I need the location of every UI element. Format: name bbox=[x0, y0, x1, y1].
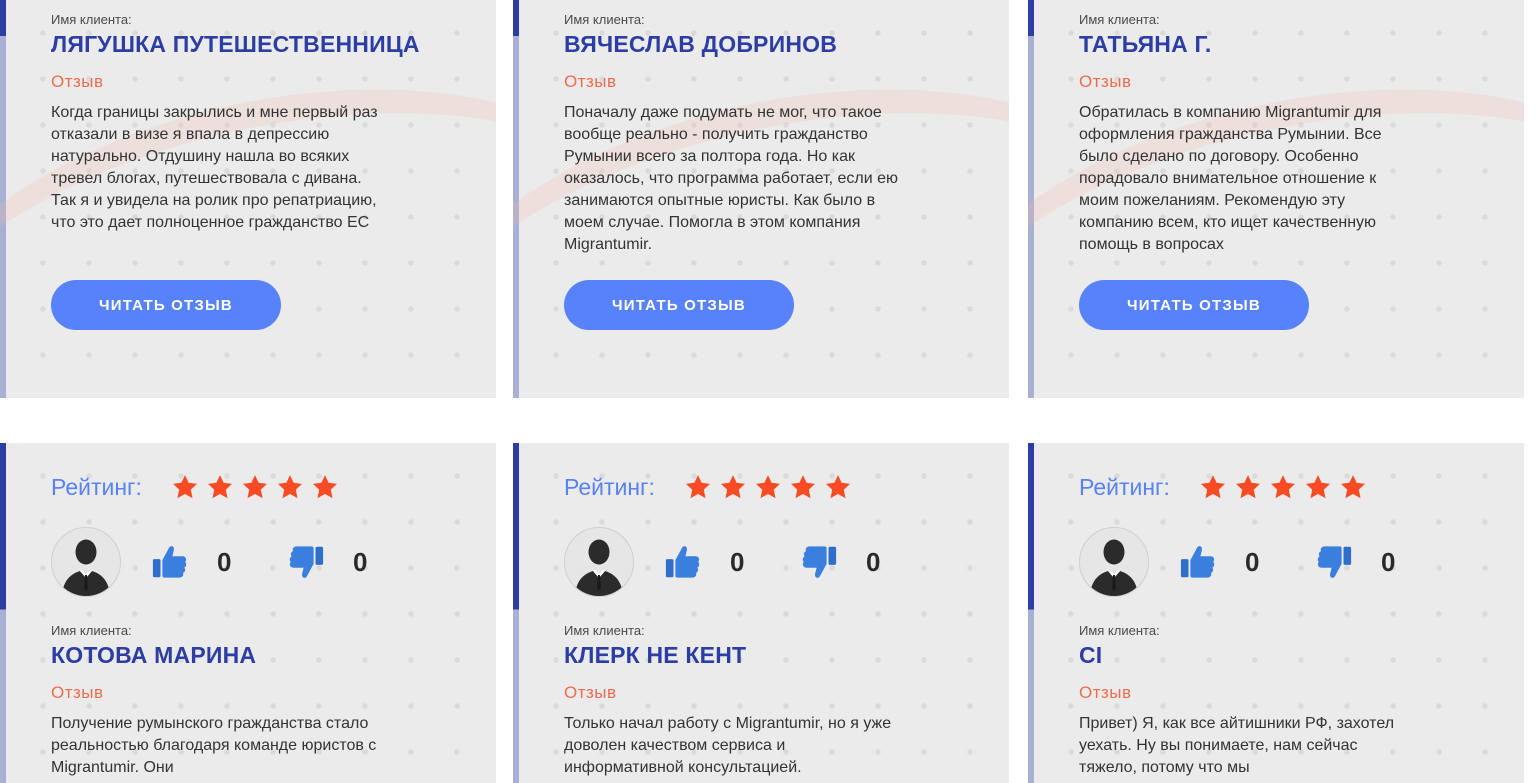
thumbs-up-icon[interactable] bbox=[1179, 542, 1217, 582]
read-review-button[interactable]: ЧИТАТЬ ОТЗЫВ bbox=[564, 280, 794, 330]
star-icon bbox=[276, 473, 304, 501]
star-icon bbox=[684, 473, 712, 501]
review-card: Рейтинг: 0 0 Имя клиента: КОТОВА МАРИНА … bbox=[0, 443, 496, 783]
client-label: Имя клиента: bbox=[51, 623, 132, 638]
likes-count: 0 bbox=[217, 546, 232, 577]
client-label: Имя клиента: bbox=[564, 12, 645, 27]
star-icon bbox=[206, 473, 234, 501]
star-icon bbox=[1304, 473, 1332, 501]
rating-stars bbox=[1199, 473, 1367, 501]
user-avatar-icon bbox=[51, 527, 121, 597]
star-icon bbox=[789, 473, 817, 501]
review-label: Отзыв bbox=[564, 72, 617, 91]
star-icon bbox=[1199, 473, 1227, 501]
review-label: Отзыв bbox=[51, 683, 104, 702]
thumbs-up-icon[interactable] bbox=[664, 542, 702, 582]
review-card: Рейтинг: 0 0 Имя клиента: КЛЕРК НЕ КЕНТ … bbox=[513, 443, 1009, 783]
review-label: Отзыв bbox=[1079, 72, 1132, 91]
review-text: Поначалу даже подумать не мог, что такое… bbox=[564, 104, 898, 253]
review-text: Только начал работу с Migrantumir, но я … bbox=[564, 715, 892, 776]
rating-label: Рейтинг: bbox=[51, 473, 142, 500]
client-label: Имя клиента: bbox=[51, 12, 132, 27]
thumbs-down-icon[interactable] bbox=[1315, 542, 1353, 582]
rating-label: Рейтинг: bbox=[1079, 473, 1170, 500]
review-label: Отзыв bbox=[1079, 683, 1132, 702]
read-review-button[interactable]: ЧИТАТЬ ОТЗЫВ bbox=[51, 280, 281, 330]
dislikes-count: 0 bbox=[1381, 546, 1396, 577]
star-icon bbox=[824, 473, 852, 501]
rating-row: Рейтинг: bbox=[564, 473, 852, 501]
review-card: Имя клиента: ВЯЧЕСЛАВ ДОБРИНОВ Отзыв Пон… bbox=[513, 0, 1009, 398]
star-icon bbox=[311, 473, 339, 501]
dislikes-count: 0 bbox=[353, 546, 368, 577]
rating-stars bbox=[171, 473, 339, 501]
review-label: Отзыв bbox=[51, 72, 104, 91]
read-review-button[interactable]: ЧИТАТЬ ОТЗЫВ bbox=[1079, 280, 1309, 330]
client-name: КЛЕРК НЕ КЕНТ bbox=[564, 642, 747, 668]
thumbs-up-icon[interactable] bbox=[151, 542, 189, 582]
star-icon bbox=[719, 473, 747, 501]
review-card: Имя клиента: ТАТЬЯНА Г. Отзыв Обратилась… bbox=[1028, 0, 1524, 398]
client-label: Имя клиента: bbox=[1079, 623, 1160, 638]
client-label: Имя клиента: bbox=[1079, 12, 1160, 27]
star-icon bbox=[1339, 473, 1367, 501]
client-name: CI bbox=[1079, 642, 1103, 668]
review-label: Отзыв bbox=[564, 683, 617, 702]
review-card: Имя клиента: ЛЯГУШКА ПУТЕШЕСТВЕННИЦА Отз… bbox=[0, 0, 496, 398]
client-name: ТАТЬЯНА Г. bbox=[1079, 31, 1212, 57]
client-label: Имя клиента: bbox=[564, 623, 645, 638]
likes-count: 0 bbox=[730, 546, 745, 577]
review-text: Получение румынского гражданства стало р… bbox=[51, 715, 377, 776]
rating-row: Рейтинг: bbox=[1079, 473, 1367, 501]
thumbs-down-icon[interactable] bbox=[800, 542, 838, 582]
review-text: Обратилась в компанию Migrantumir для оф… bbox=[1079, 104, 1382, 253]
star-icon bbox=[171, 473, 199, 501]
star-icon bbox=[241, 473, 269, 501]
user-avatar-icon bbox=[564, 527, 634, 597]
review-text: Привет) Я, как все айтишники РФ, захотел… bbox=[1079, 715, 1395, 776]
star-icon bbox=[1234, 473, 1262, 501]
user-avatar-icon bbox=[1079, 527, 1149, 597]
rating-row: Рейтинг: bbox=[51, 473, 339, 501]
client-name: КОТОВА МАРИНА bbox=[51, 642, 257, 668]
likes-count: 0 bbox=[1245, 546, 1260, 577]
star-icon bbox=[754, 473, 782, 501]
star-icon bbox=[1269, 473, 1297, 501]
dislikes-count: 0 bbox=[866, 546, 881, 577]
client-name: ВЯЧЕСЛАВ ДОБРИНОВ bbox=[564, 31, 838, 57]
review-card: Рейтинг: 0 0 Имя клиента: CI Отзыв Приве… bbox=[1028, 443, 1524, 783]
rating-label: Рейтинг: bbox=[564, 473, 655, 500]
client-name: ЛЯГУШКА ПУТЕШЕСТВЕННИЦА bbox=[51, 31, 420, 57]
rating-stars bbox=[684, 473, 852, 501]
thumbs-down-icon[interactable] bbox=[287, 542, 325, 582]
review-text: Когда границы закрылись и мне первый раз… bbox=[51, 104, 378, 231]
